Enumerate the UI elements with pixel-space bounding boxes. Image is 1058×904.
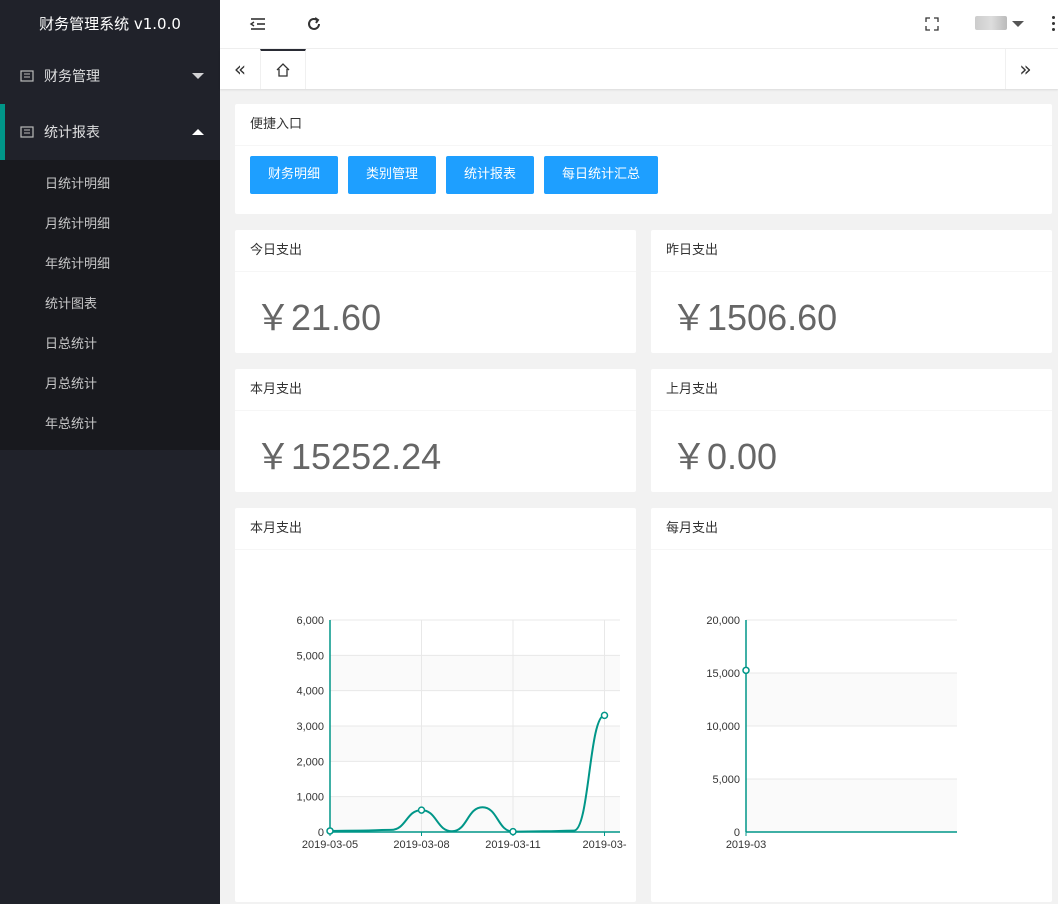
grid-band bbox=[330, 655, 620, 691]
caret-down-icon[interactable] bbox=[1012, 21, 1024, 27]
home-icon bbox=[276, 63, 290, 77]
document-icon bbox=[20, 70, 34, 82]
shrink-menu-icon[interactable] bbox=[246, 12, 270, 36]
stat-value: ￥1506.60 bbox=[671, 297, 838, 338]
y-tick-label: 3,000 bbox=[296, 721, 324, 733]
y-tick-label: 1,000 bbox=[296, 792, 324, 804]
nav-item-reports[interactable]: 统计报表 bbox=[0, 104, 220, 160]
grid-band bbox=[746, 673, 957, 726]
y-tick-label: 2,000 bbox=[296, 756, 324, 768]
caret-up-icon bbox=[192, 129, 204, 135]
stat-card-today: 今日支出 ￥21.60 bbox=[235, 230, 636, 353]
y-tick-label: 5,000 bbox=[296, 650, 324, 662]
stat-report-button[interactable]: 统计报表 bbox=[446, 156, 535, 194]
sub-item-yearly-total[interactable]: 年总统计 bbox=[0, 405, 220, 445]
tab-prev-icon[interactable]: « bbox=[220, 49, 260, 89]
data-point bbox=[509, 827, 517, 836]
card-title: 今日支出 bbox=[235, 230, 636, 272]
stat-card-last-month: 上月支出 ￥0.00 bbox=[651, 369, 1052, 492]
y-tick-label: 6,000 bbox=[296, 615, 324, 627]
x-tick-label: 2019-03-05 bbox=[302, 839, 358, 851]
sub-menu-reports: 日统计明细 月统计明细 年统计明细 统计图表 日总统计 月总统计 年总统计 bbox=[0, 160, 220, 450]
fullscreen-icon[interactable] bbox=[920, 12, 944, 36]
card-title: 每月支出 bbox=[651, 508, 1052, 550]
finance-detail-button[interactable]: 财务明细 bbox=[250, 156, 339, 194]
y-tick-label: 15,000 bbox=[706, 668, 740, 680]
card-title: 便捷入口 bbox=[235, 104, 1052, 146]
chart-monthly: 0 5,000 10,000 15,000 20,000 2019-03 bbox=[706, 615, 957, 851]
chart-this-month: 0 1,000 2,000 3,000 4,000 5,000 6,000 2019-03-0… bbox=[296, 615, 626, 851]
data-point bbox=[326, 827, 334, 835]
refresh-icon[interactable] bbox=[302, 12, 326, 36]
sub-item-daily-detail[interactable]: 日统计明细 bbox=[0, 165, 220, 205]
card-title: 本月支出 bbox=[235, 369, 636, 411]
stat-card-this-month: 本月支出 ￥15252.24 bbox=[235, 369, 636, 492]
x-tick-label: 2019-03 bbox=[726, 839, 766, 851]
nav-item-label: 财务管理 bbox=[44, 69, 100, 85]
y-tick-label: 10,000 bbox=[706, 721, 740, 733]
chart-card-monthly: 每月支出 0 5,000 10,000 15,000 20,000 2019-03 bbox=[651, 508, 1052, 902]
tab-home[interactable] bbox=[260, 49, 306, 89]
caret-down-icon bbox=[192, 73, 204, 79]
grid-band bbox=[746, 779, 957, 832]
stat-value: ￥0.00 bbox=[671, 436, 778, 477]
grid-band bbox=[330, 796, 620, 832]
card-title: 上月支出 bbox=[651, 369, 1052, 411]
tab-bar: « » bbox=[220, 49, 1058, 89]
sidebar: 财务管理系统 v1.0.0 财务管理 统计报表 日统计明细 月统计明细 年统计明… bbox=[0, 0, 220, 904]
data-point bbox=[417, 806, 426, 814]
user-avatar[interactable] bbox=[975, 16, 1007, 30]
top-header bbox=[220, 0, 1058, 49]
quick-entry-card: 便捷入口 财务明细 类别管理 统计报表 每日统计汇总 bbox=[235, 104, 1052, 214]
card-title: 昨日支出 bbox=[651, 230, 1052, 272]
stat-value: ￥15252.24 bbox=[255, 436, 442, 477]
sub-item-yearly-detail[interactable]: 年统计明细 bbox=[0, 245, 220, 285]
nav-item-label: 统计报表 bbox=[44, 125, 100, 141]
quick-buttons: 财务明细 类别管理 统计报表 每日统计汇总 bbox=[235, 146, 1052, 204]
y-tick-label: 4,000 bbox=[296, 686, 324, 698]
data-point bbox=[600, 711, 609, 720]
daily-summary-button[interactable]: 每日统计汇总 bbox=[544, 156, 659, 194]
chart-card-this-month: 本月支出 0 1,000 2,000 3,000 4,000 5,000 6,000 2019… bbox=[235, 508, 636, 902]
y-tick-label: 20,000 bbox=[706, 615, 740, 627]
data-point bbox=[742, 666, 750, 675]
nav-group-reports: 统计报表 日统计明细 月统计明细 年统计明细 统计图表 日总统计 月总统计 年总… bbox=[0, 104, 220, 450]
x-tick-label: 2019-03-08 bbox=[393, 839, 449, 851]
tab-next-icon[interactable]: » bbox=[1005, 49, 1045, 89]
sub-item-monthly-total[interactable]: 月总统计 bbox=[0, 365, 220, 405]
x-tick-label: 2019-03- bbox=[582, 839, 626, 851]
sub-item-charts[interactable]: 统计图表 bbox=[0, 285, 220, 325]
sub-item-monthly-detail[interactable]: 月统计明细 bbox=[0, 205, 220, 245]
y-tick-label: 0 bbox=[734, 827, 740, 839]
document-icon bbox=[20, 126, 34, 138]
sub-item-daily-total[interactable]: 日总统计 bbox=[0, 325, 220, 365]
nav-item-finance[interactable]: 财务管理 bbox=[0, 48, 220, 104]
category-manage-button[interactable]: 类别管理 bbox=[348, 156, 437, 194]
grid-band bbox=[330, 726, 620, 762]
app-title: 财务管理系统 v1.0.0 bbox=[39, 15, 181, 33]
nav-group-finance: 财务管理 bbox=[0, 48, 220, 104]
stat-card-yesterday: 昨日支出 ￥1506.60 bbox=[651, 230, 1052, 353]
y-tick-label: 0 bbox=[318, 827, 324, 839]
card-title: 本月支出 bbox=[235, 508, 636, 550]
y-tick-label: 5,000 bbox=[712, 774, 740, 786]
stat-value: ￥21.60 bbox=[255, 297, 382, 338]
x-tick-label: 2019-03-11 bbox=[485, 839, 540, 851]
more-icon[interactable] bbox=[1052, 16, 1056, 34]
